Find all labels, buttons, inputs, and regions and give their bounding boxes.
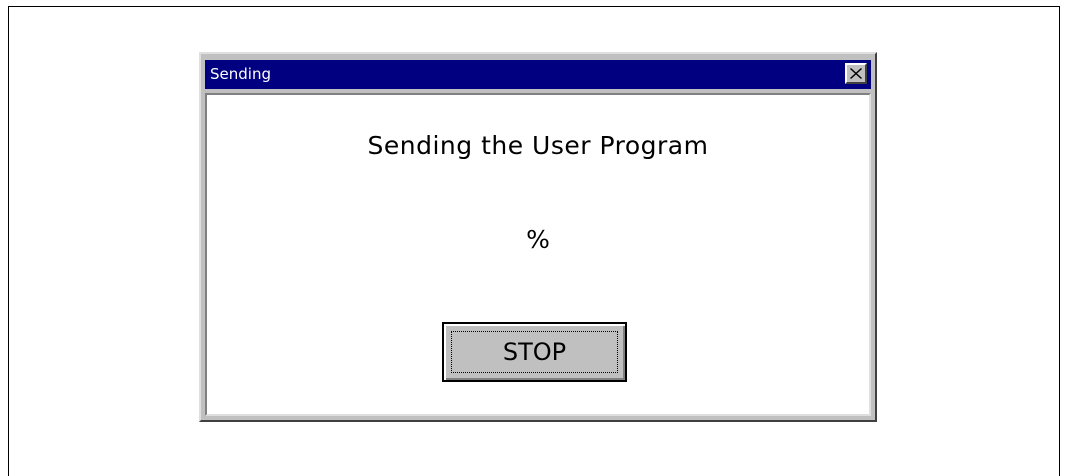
close-icon <box>850 68 862 79</box>
stop-button[interactable]: STOP <box>442 322 627 382</box>
status-message: Sending the User Program <box>367 131 709 160</box>
dialog-title: Sending <box>210 65 271 83</box>
title-bar[interactable]: Sending <box>205 60 871 89</box>
stop-button-label: STOP <box>451 331 618 373</box>
close-button[interactable] <box>845 63 867 84</box>
dialog-body: Sending the User Program % STOP <box>205 93 871 416</box>
sending-dialog: Sending Sending the User Program % STOP <box>199 52 877 422</box>
progress-percent: % <box>526 225 550 254</box>
